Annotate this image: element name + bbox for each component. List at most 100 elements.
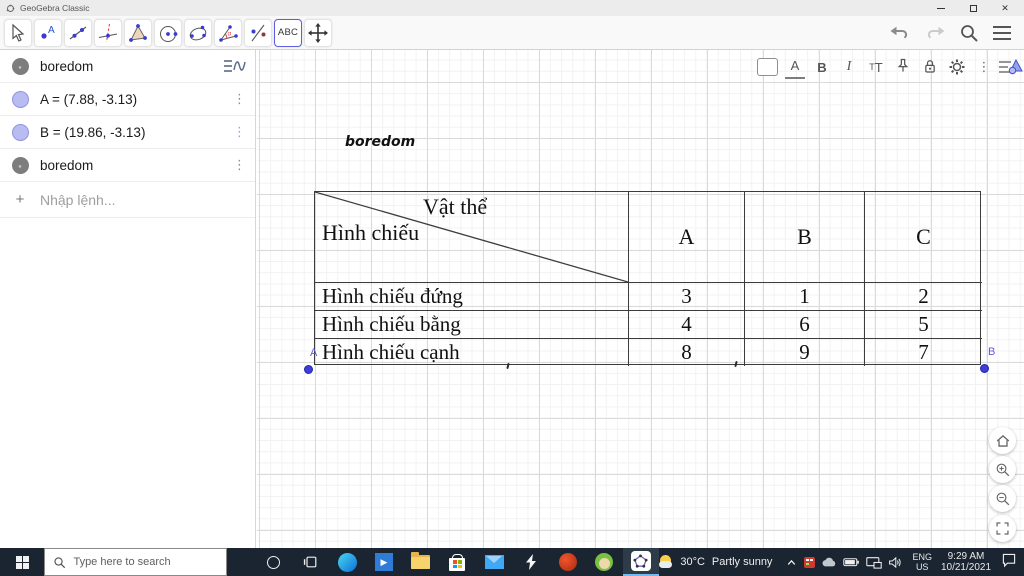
point-visibility-toggle[interactable] [11, 90, 29, 108]
move-tool-button[interactable] [4, 18, 32, 47]
algebra-style-icon [224, 60, 246, 72]
algebra-row-point-A[interactable]: A = (7.88, -3.13) ⋮ [0, 83, 255, 116]
point-visibility-toggle[interactable] [11, 123, 29, 141]
stylebar-toggle-button[interactable] [997, 56, 1023, 83]
maximize-button[interactable] [968, 3, 978, 13]
text-color-button[interactable]: A [785, 55, 805, 79]
canvas-text-object[interactable]: boredom [345, 134, 415, 150]
italic-button[interactable]: I [839, 55, 859, 79]
graphics-view[interactable]: A B I TT ⋮ boredom Vật thể Hình chiếu A … [257, 50, 1024, 548]
task-view-button[interactable] [292, 548, 329, 576]
row-menu-button[interactable]: ⋮ [233, 124, 246, 140]
taskbar-app-edge[interactable] [329, 548, 366, 576]
point-B[interactable] [980, 364, 989, 373]
zoom-out-button[interactable] [989, 485, 1016, 512]
taskbar-app-green[interactable] [586, 548, 623, 576]
security-tray-icon[interactable] [804, 556, 816, 568]
algebra-input-row[interactable]: + Nhập lệnh... [0, 182, 255, 218]
point-tool-button[interactable]: A [34, 18, 62, 47]
row-menu-button[interactable]: ⋮ [233, 91, 246, 107]
windows-logo-icon [15, 555, 29, 569]
circle-icon [160, 25, 178, 42]
show-hidden-icons-chevron[interactable] [785, 556, 798, 569]
corner-bottom-label: Hình chiếu [322, 220, 420, 245]
algebra-style-button[interactable] [221, 54, 247, 83]
battery-icon[interactable] [843, 556, 860, 568]
reflection-tool-button[interactable] [244, 18, 272, 47]
start-button[interactable] [0, 548, 44, 576]
pin-button[interactable] [893, 55, 913, 79]
taskbar-search-box[interactable]: Type here to search [44, 548, 228, 576]
text-background-color-button[interactable] [757, 58, 778, 76]
fullscreen-button[interactable] [989, 515, 1016, 542]
more-options-button[interactable]: ⋮ [974, 55, 994, 79]
text-tool-label: ABC [277, 27, 299, 38]
geogebra-logo-icon [6, 4, 15, 12]
action-center-button[interactable] [1001, 552, 1017, 573]
settings-button[interactable] [947, 55, 967, 79]
algebra-row-text-1[interactable]: ” boredom [0, 50, 255, 83]
language-indicator[interactable]: ENG US [912, 552, 932, 572]
taskbar-app-mail[interactable] [476, 548, 513, 576]
taskbar-app-store[interactable] [439, 548, 476, 576]
add-icon: + [15, 191, 25, 208]
text-object-icon[interactable]: ” [11, 156, 29, 174]
command-input[interactable]: Nhập lệnh... [40, 192, 116, 208]
conic-tool-button[interactable] [184, 18, 212, 47]
text-size-button[interactable]: TT [866, 55, 886, 79]
ellipse-icon [189, 25, 207, 40]
taskbar-app-orange[interactable] [549, 548, 586, 576]
table-value: 4 [629, 311, 745, 339]
task-view-icon [303, 556, 316, 568]
bold-button[interactable]: B [812, 55, 832, 79]
taskbar-app-geogebra-active[interactable] [622, 548, 660, 576]
taskbar-app-file-explorer[interactable] [402, 548, 439, 576]
search-button[interactable] [959, 23, 979, 43]
taskbar-app-movies-tv[interactable]: ▶ [366, 548, 403, 576]
zoom-in-icon [996, 463, 1009, 476]
cortana-icon [267, 555, 281, 569]
line-tool-button[interactable] [64, 18, 92, 47]
search-placeholder: Type here to search [73, 556, 171, 568]
lock-button[interactable] [920, 55, 940, 79]
line-icon [69, 26, 87, 39]
speaker-icon[interactable] [888, 556, 902, 569]
algebra-row-point-B[interactable]: B = (19.86, -3.13) ⋮ [0, 116, 255, 149]
redo-button[interactable] [924, 24, 946, 42]
weather-widget[interactable]: 30°C Partly sunny [659, 555, 772, 569]
table-value: 8 [629, 339, 745, 366]
undo-button[interactable] [889, 24, 911, 42]
geogebra-app-icon [630, 551, 651, 571]
point-A[interactable] [304, 365, 313, 374]
minimize-button[interactable] [936, 3, 946, 13]
text-tool-button[interactable]: ABC [274, 18, 302, 47]
language-line2: US [915, 562, 929, 572]
row-menu-button[interactable]: ⋮ [233, 157, 246, 173]
perpendicular-line-tool-button[interactable] [94, 18, 122, 47]
tool-bar: A α ABC [0, 16, 1024, 50]
svg-text:A: A [48, 25, 55, 36]
circle-tool-button[interactable] [154, 18, 182, 47]
algebra-row-text-2[interactable]: ” boredom ⋮ [0, 149, 255, 182]
polygon-tool-button[interactable] [124, 18, 152, 47]
language-line1: ENG [912, 552, 932, 562]
taskbar-app-lightning[interactable] [512, 548, 549, 576]
cortana-button[interactable] [255, 548, 292, 576]
zoom-in-button[interactable] [989, 456, 1016, 483]
column-header: B [745, 192, 865, 283]
close-button[interactable]: ✕ [1000, 3, 1010, 13]
stylebar-toggle-icon [999, 58, 1023, 75]
text-style-bar: A B I TT ⋮ [757, 54, 994, 80]
lightning-icon [525, 554, 536, 570]
move-graphics-view-tool-button[interactable] [304, 18, 332, 47]
main-menu-button[interactable] [992, 25, 1012, 41]
projection-table-image[interactable]: Vật thể Hình chiếu A B C Hình chiếu đứng… [314, 191, 982, 366]
angle-tool-button[interactable]: α [214, 18, 242, 47]
taskbar-clock[interactable]: 9:29 AM 10/21/2021 [941, 551, 991, 573]
onedrive-cloud-icon[interactable] [821, 556, 837, 568]
home-button[interactable] [989, 427, 1016, 454]
polygon-icon [129, 23, 147, 42]
redo-icon [927, 26, 945, 39]
text-object-icon[interactable]: ” [11, 57, 29, 75]
cast-display-icon[interactable] [866, 556, 883, 569]
